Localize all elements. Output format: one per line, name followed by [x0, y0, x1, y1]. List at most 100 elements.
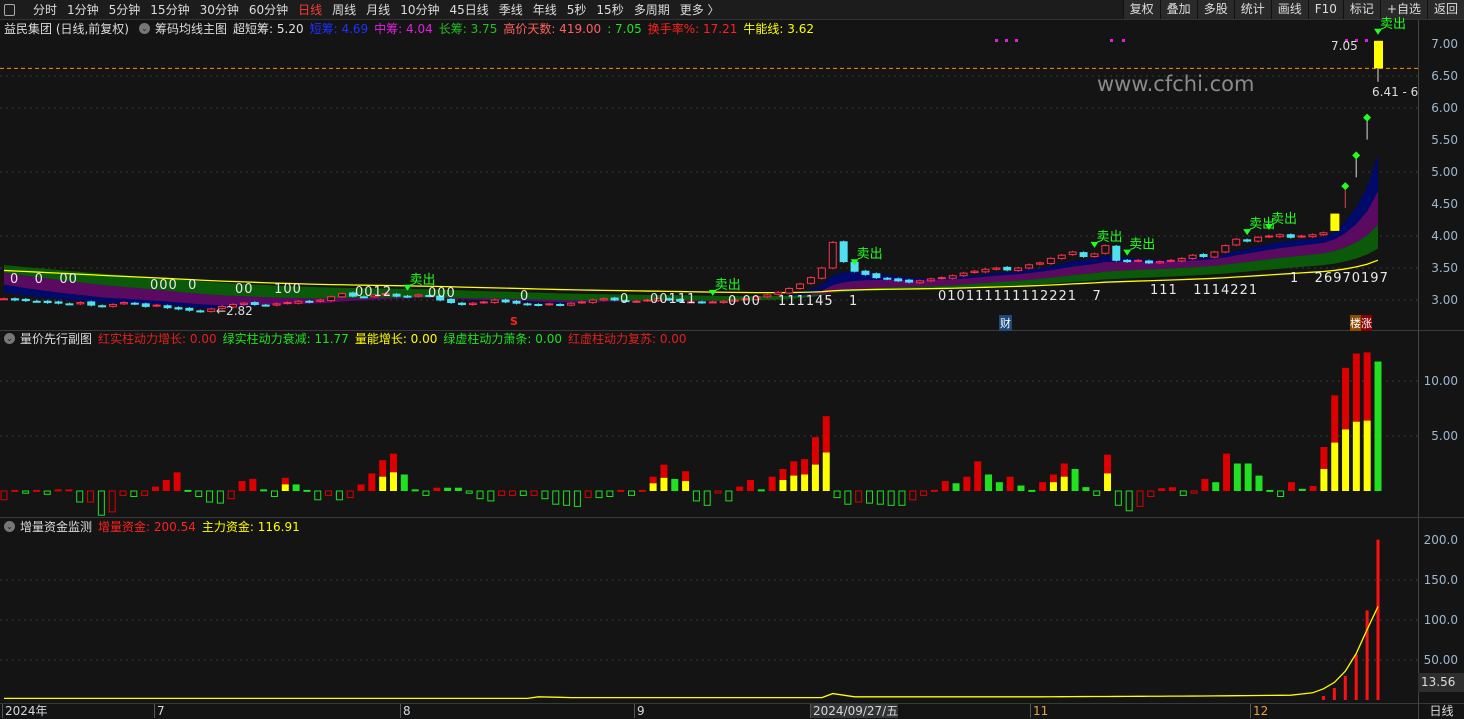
sell-signal-label: 卖出	[1096, 230, 1122, 245]
candle-down	[196, 310, 205, 313]
momentum-bar	[433, 487, 441, 491]
axis-tick-label: 10.00	[1423, 374, 1458, 388]
increment-fund-bar	[1376, 539, 1380, 700]
finance-marker[interactable]: 财	[999, 315, 1012, 331]
candle-down	[905, 279, 914, 283]
candle-down	[610, 297, 619, 301]
momentum-bar	[1287, 482, 1295, 491]
momentum-bar	[249, 478, 257, 491]
marker-zhang: 涨	[1361, 315, 1372, 331]
time-axis-label: 12	[1250, 704, 1268, 718]
momentum-bar-red	[379, 460, 387, 477]
candle-down	[54, 301, 63, 304]
hollow-momentum-bar	[563, 490, 571, 506]
hollow-momentum-bar	[703, 490, 711, 506]
hollow-momentum-bar	[530, 490, 538, 496]
hollow-momentum-bar	[206, 490, 214, 503]
momentum-bar	[671, 478, 679, 491]
sell-signal-label: 卖出	[857, 247, 883, 262]
period-label[interactable]: 日线	[1418, 703, 1464, 719]
momentum-bar	[162, 480, 170, 491]
limit-up-diamond-icon	[1341, 182, 1350, 191]
hollow-momentum-bar	[508, 490, 516, 496]
volume-growth-bar	[790, 475, 798, 491]
hollow-momentum-bar	[541, 490, 549, 500]
hollow-momentum-bar	[1136, 490, 1144, 507]
hollow-momentum-bar	[346, 490, 354, 499]
momentum-bar	[292, 484, 300, 491]
momentum-bar	[1309, 486, 1317, 491]
candle-down	[185, 307, 194, 311]
candle-down	[32, 300, 41, 303]
candle-up	[796, 283, 805, 289]
hollow-momentum-bar	[584, 490, 592, 499]
candle-up	[479, 301, 488, 304]
candle-up	[970, 270, 979, 273]
candle-up	[327, 296, 336, 302]
toolbar-button[interactable]: 返回	[1426, 0, 1464, 19]
chart-canvas[interactable]: 卖出 卖出卖出卖出卖出卖出卖出卖出	[0, 0, 1418, 703]
hollow-momentum-bar	[130, 490, 138, 497]
hollow-momentum-bar	[909, 490, 917, 501]
hollow-momentum-bar	[866, 490, 874, 504]
candle-up	[545, 303, 554, 306]
axis-tick-label: 50.00	[1423, 653, 1458, 667]
candle-up	[1014, 267, 1023, 272]
momentum-bar-red	[1320, 447, 1328, 469]
limit-up-marker[interactable]: 楼涨	[1350, 315, 1372, 331]
axis-tick-label: 4.50	[1431, 197, 1458, 211]
candle-down	[1079, 252, 1088, 257]
candle-up	[207, 308, 216, 313]
time-axis-label: 2024年	[2, 704, 48, 718]
candle-up	[1254, 236, 1263, 242]
momentum-bar	[1374, 361, 1382, 491]
signal-dot	[1110, 39, 1113, 42]
candle-down	[534, 303, 543, 306]
candle-up	[1221, 245, 1230, 253]
increment-fund-bar	[1332, 688, 1336, 700]
volume-growth-bar	[1342, 429, 1350, 491]
digit-annotation: 111 1114221	[1150, 283, 1259, 298]
candle-up	[1068, 251, 1077, 256]
signal-dot	[1005, 39, 1008, 42]
hollow-momentum-bar	[76, 490, 84, 503]
candle-up	[1210, 251, 1219, 258]
high-price-label: 7.05	[1331, 39, 1358, 53]
volume-growth-bar	[649, 483, 657, 491]
s-marker[interactable]: S	[510, 315, 518, 328]
momentum-bar	[1006, 476, 1014, 491]
digit-annotation: 000 0	[150, 278, 198, 293]
candle-up	[926, 278, 935, 282]
digit-annotation: 00111	[650, 292, 697, 307]
hollow-momentum-bar	[314, 490, 322, 501]
momentum-bar-red	[389, 453, 397, 473]
candle-down	[392, 293, 401, 297]
candle-down	[65, 303, 74, 306]
hollow-momentum-bar	[595, 490, 603, 499]
digit-annotation: 0	[620, 292, 630, 307]
candle-down	[501, 299, 510, 303]
hollow-momentum-bar	[195, 490, 203, 497]
candle-up	[1177, 257, 1186, 262]
momentum-bar	[1212, 482, 1220, 491]
hollow-momentum-bar	[1179, 490, 1187, 496]
momentum-bar	[368, 473, 376, 491]
candle-up	[817, 267, 826, 279]
momentum-bar	[1266, 489, 1274, 492]
hollow-momentum-bar	[1093, 490, 1101, 496]
candle-down	[1286, 234, 1295, 238]
signal-dot	[1365, 39, 1368, 42]
hollow-momentum-bar	[422, 490, 430, 496]
candle-down	[1243, 239, 1252, 242]
momentum-bar	[1298, 488, 1306, 491]
candle-up	[152, 304, 161, 307]
momentum-bar-red	[1363, 352, 1371, 421]
candle-up	[294, 300, 303, 304]
candle-up	[719, 300, 728, 304]
momentum-bar-red	[1104, 454, 1112, 474]
digit-annotation: 0	[520, 289, 530, 304]
signal-dot	[1015, 39, 1018, 42]
momentum-bar	[1071, 469, 1079, 491]
volume-growth-bar	[389, 472, 397, 491]
hollow-momentum-bar	[119, 490, 127, 496]
